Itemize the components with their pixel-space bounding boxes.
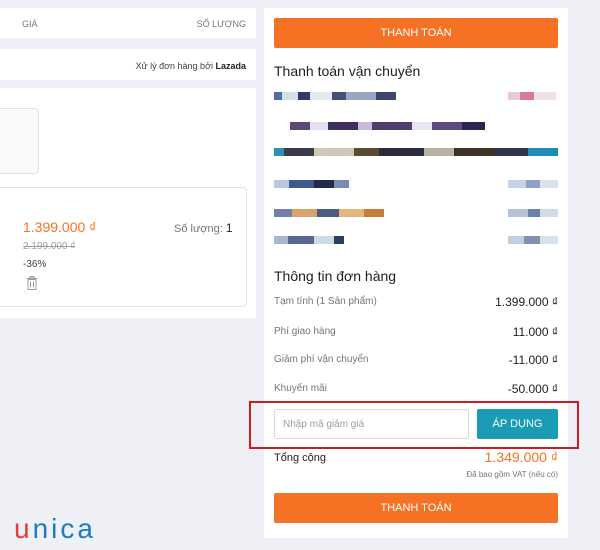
address-line-6	[274, 236, 344, 244]
address-line-4	[274, 180, 349, 188]
total-value: 1.349.000 ₫	[484, 449, 558, 465]
address-phone-4	[508, 236, 558, 244]
logo-rest: nica	[32, 513, 96, 544]
quantity-value: 1	[225, 221, 233, 235]
handled-by-text: Xử lý đơn hàng bởi Lazada	[136, 61, 246, 71]
shipping-discount-label: Giảm phí vận chuyển	[274, 354, 369, 365]
address-line-2	[290, 122, 485, 130]
total-label: Tổng cộng	[274, 452, 326, 464]
cart-header-bar: GIÁ SỐ LƯỢNG	[0, 8, 256, 38]
promotion-label: Khuyến mãi	[274, 383, 327, 394]
item-original-price: 2.199.000 ₫	[23, 241, 76, 252]
address-phone-2	[508, 180, 558, 188]
order-info-title: Thông tin đơn hàng	[274, 268, 397, 284]
subtotal-label: Tạm tính (1 Sản phẩm)	[274, 296, 377, 307]
item-price: 1.399.000 ₫	[23, 219, 97, 235]
quantity-label: Số lượng:	[174, 223, 223, 235]
shipping-section-title: Thanh toán vận chuyển	[274, 63, 421, 79]
seller-name[interactable]: Lazada	[215, 61, 246, 71]
apply-voucher-button[interactable]: ÁP DỤNG	[477, 409, 558, 439]
address-phone-1	[508, 92, 556, 100]
item-quantity: Số lượng: 1	[174, 221, 233, 235]
checkout-button-top[interactable]: THANH TOÁN	[274, 18, 558, 48]
trash-icon[interactable]	[26, 276, 38, 290]
handled-by-label: Xử lý đơn hàng bởi	[135, 61, 213, 71]
quantity-column-header: SỐ LƯỢNG	[196, 19, 246, 29]
shipping-fee-value: 11.000 ₫	[512, 325, 558, 339]
vat-note: Đã bao gồm VAT (nếu có)	[466, 470, 558, 479]
address-line-5	[274, 209, 384, 217]
address-line-3	[274, 148, 558, 156]
address-line-1	[274, 92, 404, 100]
address-phone-3	[508, 209, 558, 217]
voucher-code-input[interactable]	[274, 409, 469, 439]
shipping-discount-value: -11.000 ₫	[508, 353, 558, 367]
price-column-header: GIÁ	[22, 19, 38, 29]
logo-first-letter: u	[14, 513, 33, 544]
shipping-fee-label: Phí giao hàng	[274, 326, 336, 337]
seller-bar: Xử lý đơn hàng bởi Lazada	[0, 49, 256, 80]
unica-logo: unica	[14, 513, 96, 545]
checkout-button-bottom[interactable]: THANH TOÁN	[274, 493, 558, 523]
product-thumbnail[interactable]	[0, 108, 39, 174]
item-discount: -36%	[23, 259, 47, 270]
promotion-value: -50.000 ₫	[507, 382, 558, 396]
subtotal-value: 1.399.000 ₫	[495, 295, 558, 309]
